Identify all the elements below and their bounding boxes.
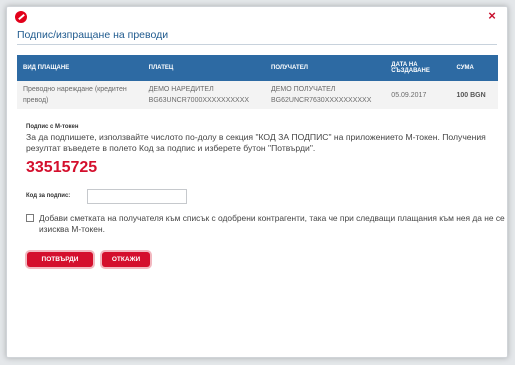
signing-code: 33515725 <box>26 159 98 176</box>
cell-payee: ДЕМО ПОЛУЧАТЕЛ BG62UNCR7630XXXXXXXXXX <box>265 81 386 109</box>
payee-iban: BG62UNCR7630XXXXXXXXXX <box>271 97 372 104</box>
cell-payer: ДЕМО НАРЕДИТЕЛ BG63UNCR7000XXXXXXXXXX <box>142 81 265 109</box>
cancel-button[interactable]: ОТКАЖИ <box>102 252 150 267</box>
bank-logo-icon <box>15 11 27 23</box>
column-header-type: ВИД ПЛАЩАНЕ <box>17 55 143 81</box>
approved-payee-label: Добави сметката на получателя към списък… <box>39 213 505 234</box>
signing-heading: Подпис с М-токен <box>26 124 79 130</box>
confirm-button[interactable]: ПОТВЪРДИ <box>27 252 93 267</box>
code-field-label: Код за подпис: <box>26 193 71 199</box>
cell-payment-type: Преводно нареждане (кредитен превод) <box>17 81 143 109</box>
title-divider <box>17 44 497 45</box>
cell-amount: 100 BGN <box>450 81 498 109</box>
signing-instruction: За да подпишете, използвайте числото по-… <box>26 132 486 153</box>
payer-name: ДЕМО НАРЕДИТЕЛ <box>148 86 214 93</box>
payee-name: ДЕМО ПОЛУЧАТЕЛ <box>271 86 336 93</box>
table-row: Преводно нареждане (кредитен превод) ДЕМ… <box>17 81 498 109</box>
payment-type-line-2: превод) <box>23 97 49 104</box>
column-header-payer: ПЛАТЕЦ <box>142 55 265 81</box>
payment-type-line-1: Преводно нареждане (кредитен <box>23 86 127 93</box>
approved-payee-checkbox[interactable] <box>26 214 34 222</box>
payer-iban: BG63UNCR7000XXXXXXXXXX <box>148 97 250 104</box>
dialog-title: Подпис/изпращане на преводи <box>17 29 169 41</box>
column-header-amount: СУМА <box>450 55 498 81</box>
column-header-payee: ПОЛУЧАТЕЛ <box>265 55 386 81</box>
signature-code-input[interactable] <box>87 189 187 204</box>
table-header-row: ВИД ПЛАЩАНЕ ПЛАТЕЦ ПОЛУЧАТЕЛ ДАТА НА СЪЗ… <box>17 55 498 81</box>
close-icon[interactable]: × <box>486 9 498 22</box>
column-header-date: ДАТА НА СЪЗДАВАНЕ <box>385 55 451 81</box>
signing-dialog: × Подпис/изпращане на преводи ВИД ПЛАЩАН… <box>6 6 508 358</box>
payments-table: ВИД ПЛАЩАНЕ ПЛАТЕЦ ПОЛУЧАТЕЛ ДАТА НА СЪЗ… <box>17 55 498 109</box>
cell-date: 05.09.2017 <box>385 81 451 109</box>
